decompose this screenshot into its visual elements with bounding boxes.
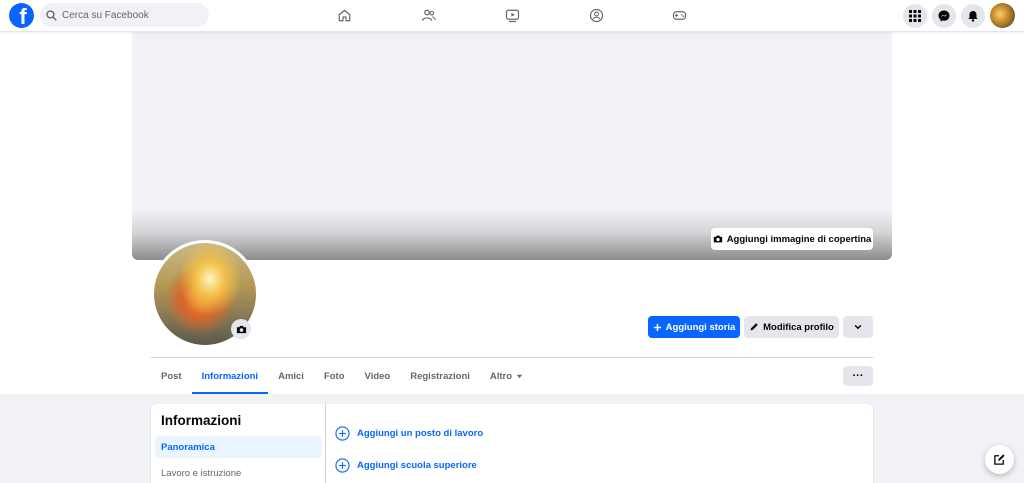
edit-profile-button[interactable]: Modifica profilo — [744, 316, 839, 338]
cover-photo-area — [132, 32, 892, 260]
sidebar-item-label: Panoramica — [161, 441, 215, 453]
search-input[interactable] — [62, 9, 202, 21]
menu-grid-icon[interactable] — [903, 4, 927, 28]
about-card: Informazioni Panoramica Lavoro e istruzi… — [151, 404, 873, 483]
camera-icon — [236, 325, 246, 333]
facebook-logo[interactable]: f — [9, 3, 34, 28]
tab-informazioni[interactable]: Informazioni — [191, 358, 269, 394]
tab-label: Amici — [278, 370, 304, 382]
add-high-school-link[interactable]: Aggiungi scuola superiore — [335, 458, 477, 473]
more-options-button[interactable]: ··· — [843, 366, 873, 386]
sidebar-item-panoramica[interactable]: Panoramica — [155, 436, 322, 458]
add-workplace-link[interactable]: Aggiungi un posto di lavoro — [335, 426, 483, 441]
pencil-icon — [750, 323, 758, 331]
notifications-icon[interactable] — [961, 4, 985, 28]
add-cover-photo-label: Aggiungi immagine di copertina — [726, 233, 872, 245]
groups-icon[interactable] — [587, 6, 605, 24]
tab-label: Post — [161, 370, 182, 382]
messenger-icon[interactable] — [932, 4, 956, 28]
caret-down-icon — [516, 374, 523, 378]
tab-altro[interactable]: Altro — [480, 358, 533, 394]
compose-icon — [994, 454, 1005, 465]
tab-registrazioni[interactable]: Registrazioni — [400, 358, 480, 394]
tab-foto[interactable]: Foto — [314, 358, 355, 394]
tab-video[interactable]: Video — [355, 358, 401, 394]
friends-icon[interactable] — [419, 6, 437, 24]
search-icon — [46, 9, 57, 21]
tab-label: Video — [364, 370, 391, 382]
add-cover-photo-button[interactable]: Aggiungi immagine di copertina — [711, 228, 873, 250]
profile-options-dropdown-button[interactable] — [843, 316, 873, 338]
tab-label: Informazioni — [201, 370, 259, 382]
about-title: Informazioni — [161, 413, 242, 428]
about-sidebar: Informazioni Panoramica Lavoro e istruzi… — [151, 404, 326, 483]
add-high-school-label: Aggiungi scuola superiore — [357, 460, 477, 471]
top-navigation-bar: f — [0, 0, 1024, 32]
plus-circle-icon — [335, 458, 350, 473]
profile-picture-camera-button[interactable] — [231, 319, 251, 339]
tab-post[interactable]: Post — [151, 358, 192, 394]
add-story-button[interactable]: Aggiungi storia — [648, 316, 740, 338]
add-workplace-label: Aggiungi un posto di lavoro — [357, 428, 484, 439]
tab-label: Altro — [489, 370, 513, 382]
video-icon[interactable] — [503, 6, 521, 24]
camera-icon — [713, 235, 722, 243]
sidebar-item-label: Lavoro e istruzione — [161, 467, 242, 479]
plus-icon — [653, 323, 661, 331]
account-avatar[interactable] — [990, 3, 1015, 28]
sidebar-item-lavoro-istruzione[interactable]: Lavoro e istruzione — [155, 462, 322, 483]
search-box[interactable] — [40, 3, 209, 27]
tab-label: Registrazioni — [410, 370, 470, 382]
home-icon[interactable] — [335, 6, 353, 24]
chevron-down-icon — [854, 325, 862, 330]
gaming-icon[interactable] — [670, 6, 688, 24]
tab-label: Foto — [323, 370, 345, 382]
add-story-label: Aggiungi storia — [665, 321, 736, 333]
plus-circle-icon — [335, 426, 350, 441]
tab-amici[interactable]: Amici — [268, 358, 314, 394]
facebook-logo-letter: f — [19, 4, 27, 28]
edit-profile-label: Modifica profilo — [763, 321, 834, 333]
new-message-button[interactable] — [985, 445, 1014, 474]
profile-tabs: Post Informazioni Amici Foto Video Regis… — [151, 358, 533, 394]
